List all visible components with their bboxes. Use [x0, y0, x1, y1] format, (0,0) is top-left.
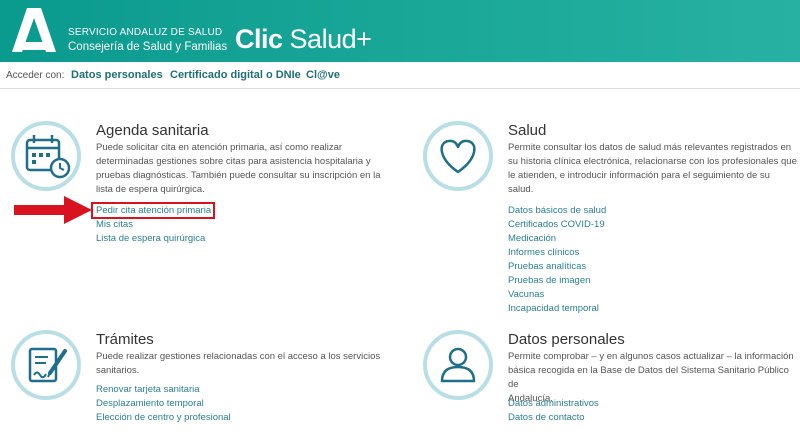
pruebas-imagen-link[interactable]: Pruebas de imagen [508, 275, 590, 286]
informes-clinicos-link[interactable]: Informes clínicos [508, 247, 579, 258]
tramites-description-line: sanitarios. [96, 365, 140, 376]
tramites-description: Puede realizar gestiones relacionadas co… [96, 350, 396, 378]
brand-clic: Clic [235, 24, 283, 54]
access-bar: Acceder con: Datos personales Certificad… [0, 62, 800, 89]
agenda-title: Agenda sanitaria [96, 122, 209, 139]
header-bar: SERVICIO ANDALUZ DE SALUD Consejería de … [0, 0, 800, 62]
user-icon [423, 330, 493, 400]
salud-description-line: Permite consultar los datos de salud más… [508, 142, 792, 153]
salud-description-line: le atienden, e introducir información pa… [508, 170, 770, 181]
renovar-tarjeta-link[interactable]: Renovar tarjeta sanitaria [96, 384, 200, 395]
access-clave-link[interactable]: Cl@ve [306, 69, 340, 81]
datos-contacto-link[interactable]: Datos de contacto [508, 412, 585, 423]
salud-title: Salud [508, 122, 547, 139]
agenda-description-line: determinadas gestiones sobre citas para … [96, 156, 371, 167]
desplazamiento-temporal-link[interactable]: Desplazamiento temporal [96, 398, 204, 409]
salud-description-line: salud. [508, 184, 534, 195]
datos-personales-description-line: Permite comprobar – y en algunos casos a… [508, 351, 794, 362]
access-certificado-link[interactable]: Certificado digital o DNIe [170, 69, 301, 81]
datos-basicos-link[interactable]: Datos básicos de salud [508, 205, 606, 216]
eleccion-centro-link[interactable]: Elección de centro y profesional [96, 412, 231, 423]
access-label: Acceder con: [6, 70, 65, 81]
vacunas-link[interactable]: Vacunas [508, 289, 544, 300]
calendar-clock-icon [11, 121, 81, 191]
agenda-description-line: pruebas diagnósticas. También puede cons… [96, 170, 381, 181]
datos-administrativos-link[interactable]: Datos administrativos [508, 398, 599, 409]
salud-description-line: su historia clínica electrónica, relacio… [508, 156, 797, 167]
org-name: SERVICIO ANDALUZ DE SALUD [68, 27, 223, 38]
clicsalud-logo[interactable]: Clic Salud+ [235, 24, 372, 55]
org-department: Consejería de Salud y Familias [68, 41, 228, 53]
red-arrow-icon [14, 196, 92, 224]
medicacion-link[interactable]: Medicación [508, 233, 556, 244]
certificados-covid-link[interactable]: Certificados COVID-19 [508, 219, 605, 230]
access-datos-personales-link[interactable]: Datos personales [71, 69, 163, 81]
incapacidad-temporal-link[interactable]: Incapacidad temporal [508, 303, 599, 314]
salud-description: Permite consultar los datos de salud más… [508, 141, 798, 197]
heart-icon [423, 121, 493, 191]
document-pen-icon [11, 330, 81, 400]
datos-personales-description-line: básica recogida en la Base de Datos del … [508, 365, 789, 390]
highlight-box [91, 202, 215, 219]
mis-citas-link[interactable]: Mis citas [96, 219, 133, 230]
junta-andalucia-logo-icon[interactable] [10, 6, 58, 54]
brand-salud: Salud+ [289, 24, 372, 54]
tramites-description-line: Puede realizar gestiones relacionadas co… [96, 351, 381, 362]
agenda-description-line: lista de espera quirúrgica. [96, 184, 205, 195]
agenda-description: Puede solicitar cita en atención primari… [96, 141, 396, 197]
pruebas-analiticas-link[interactable]: Pruebas analíticas [508, 261, 586, 272]
tramites-title: Trámites [96, 331, 154, 348]
datos-personales-title: Datos personales [508, 331, 625, 348]
agenda-description-line: Puede solicitar cita en atención primari… [96, 142, 343, 153]
lista-espera-link[interactable]: Lista de espera quirúrgica [96, 233, 205, 244]
